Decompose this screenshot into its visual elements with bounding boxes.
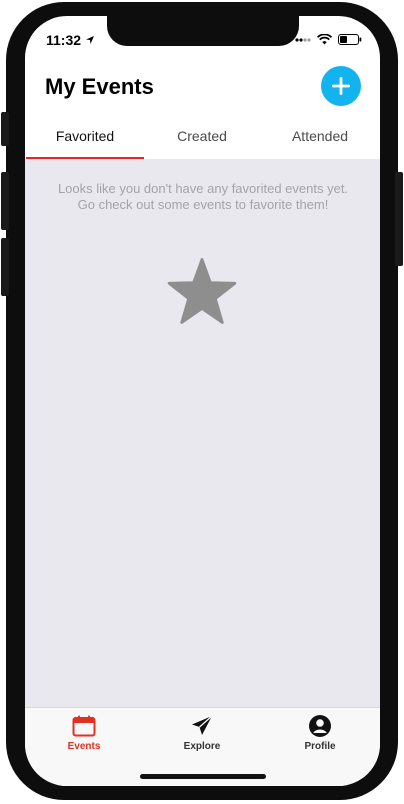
tab-favorited[interactable]: Favorited xyxy=(26,121,144,159)
tab-attended-label: Attended xyxy=(291,128,349,144)
status-indicators xyxy=(295,34,362,45)
tabbar-profile-label: Profile xyxy=(304,741,336,752)
empty-state-message: Looks like you don't have any favorited … xyxy=(57,181,349,212)
status-time-group: 11:32 xyxy=(46,32,95,48)
person-icon xyxy=(309,715,331,737)
battery-icon xyxy=(338,34,362,45)
mute-switch xyxy=(1,112,9,146)
signal-icon xyxy=(295,37,311,42)
wifi-icon xyxy=(317,34,332,45)
add-event-button[interactable] xyxy=(321,66,361,106)
empty-state-area: Looks like you don't have any favorited … xyxy=(25,159,380,707)
screen: 11:32 My Events Favorited Created Attend… xyxy=(25,16,380,786)
tab-created[interactable]: Created xyxy=(143,121,261,159)
calendar-icon xyxy=(72,715,96,737)
paper-plane-icon xyxy=(192,715,213,735)
plus-icon xyxy=(332,77,350,95)
tab-attended[interactable]: Attended xyxy=(261,121,379,159)
power-button xyxy=(395,172,403,266)
tabbar-explore-label: Explore xyxy=(183,741,221,752)
volume-up-button xyxy=(1,172,9,230)
tab-favorited-label: Favorited xyxy=(55,128,115,144)
tab-created-label: Created xyxy=(177,128,227,144)
page-title: My Events xyxy=(45,74,154,99)
tabbar-item-events[interactable]: Events xyxy=(34,714,134,752)
notch xyxy=(107,16,299,46)
location-arrow-icon xyxy=(86,36,95,44)
volume-down-button xyxy=(1,238,9,296)
segment-tabs: Favorited Created Attended xyxy=(25,121,380,159)
home-indicator xyxy=(140,774,266,779)
tabbar-item-profile[interactable]: Profile xyxy=(270,714,370,752)
star-icon xyxy=(167,257,237,325)
tabbar-events-label: Events xyxy=(67,741,101,752)
status-time: 11:32 xyxy=(46,32,82,48)
tabbar-item-explore[interactable]: Explore xyxy=(152,714,252,752)
